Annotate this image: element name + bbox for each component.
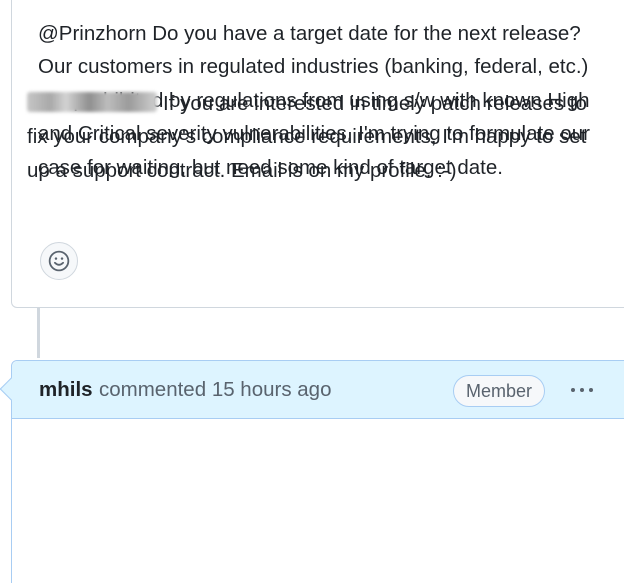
kebab-horizontal-icon — [571, 388, 575, 392]
comment-header: mhils commented 15 hours ago Member — [12, 361, 624, 419]
comment-body: If you are interested in timely patch re… — [27, 87, 597, 187]
comment-meta: commented 15 hours ago — [99, 378, 332, 402]
issue-timeline: @Prinzhorn Do you have a target date for… — [0, 0, 624, 583]
redacted-mention — [27, 92, 157, 112]
add-reaction-button[interactable] — [40, 242, 78, 280]
timeline-connector — [37, 308, 40, 358]
comment-author[interactable]: mhils — [39, 378, 93, 402]
comment-options-button[interactable] — [560, 375, 604, 405]
comment-timestamp[interactable]: 15 hours ago — [212, 378, 332, 401]
comment-card: mhils commented 15 hours ago Member — [0, 360, 624, 583]
author-role-badge: Member — [453, 375, 546, 407]
comment-action: commented — [99, 378, 207, 401]
smiley-icon — [48, 250, 70, 272]
